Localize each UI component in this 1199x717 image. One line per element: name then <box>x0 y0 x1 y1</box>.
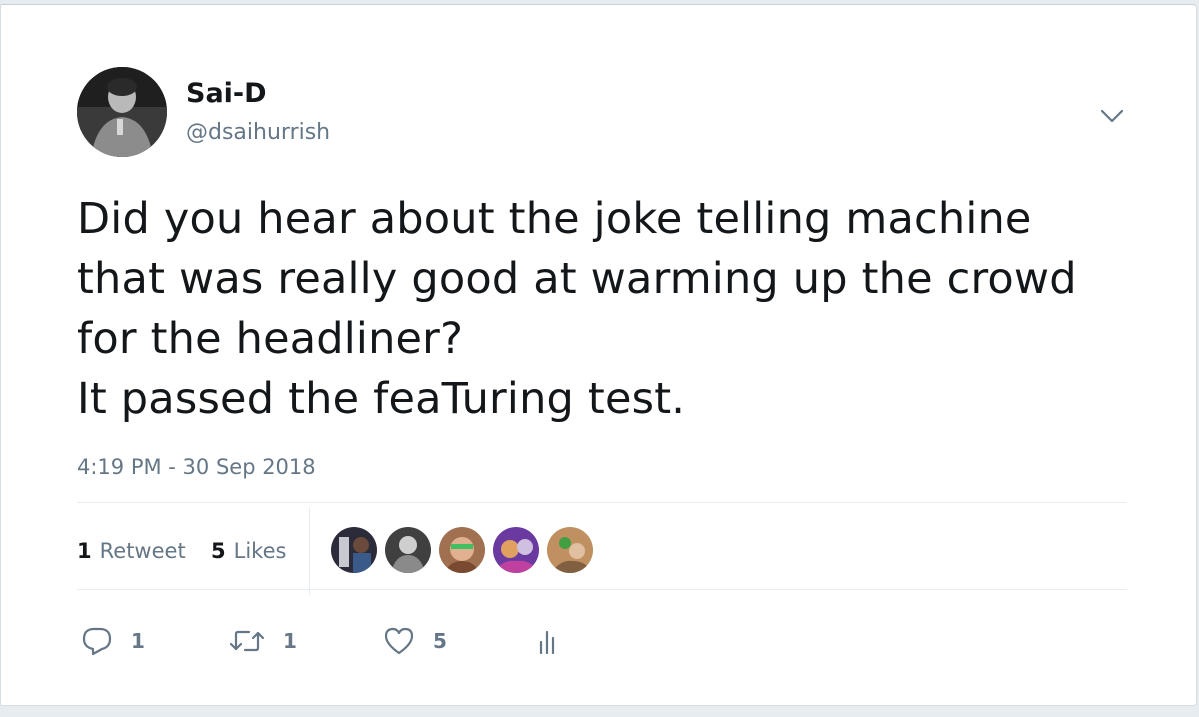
analytics-button[interactable] <box>537 617 561 665</box>
retweet-count: 1 <box>283 629 297 653</box>
divider <box>77 502 1127 503</box>
likes-stat[interactable]: 5 Likes <box>211 537 286 565</box>
page-background-strip <box>0 706 1199 717</box>
liker-avatar[interactable] <box>439 527 485 573</box>
reply-button[interactable]: 1 <box>81 617 145 665</box>
tweet-card: Sai-D @dsaihurrish Did you hear about th… <box>0 4 1197 706</box>
like-count: 5 <box>433 629 447 653</box>
tweet-actions: 1 1 5 <box>77 617 677 665</box>
liker-avatars <box>331 527 601 575</box>
divider <box>77 589 1127 590</box>
author-handle[interactable]: @dsaihurrish <box>186 119 330 147</box>
reply-count: 1 <box>131 629 145 653</box>
likes-count: 5 <box>211 539 226 563</box>
like-button[interactable]: 5 <box>383 617 447 665</box>
analytics-icon <box>539 630 555 655</box>
author-name[interactable]: Sai-D <box>186 77 267 111</box>
liker-avatar[interactable] <box>493 527 539 573</box>
stats-divider <box>309 507 310 595</box>
like-icon <box>384 627 414 655</box>
tweet-timestamp[interactable]: 4:19 PM - 30 Sep 2018 <box>77 453 316 481</box>
retweet-icon <box>229 630 265 652</box>
tweet-text: Did you hear about the joke telling mach… <box>77 194 1077 424</box>
chevron-down-icon <box>1100 109 1124 123</box>
liker-avatar[interactable] <box>385 527 431 573</box>
likes-label: Likes <box>233 539 287 563</box>
retweets-label: Retweet <box>99 539 186 563</box>
author-avatar[interactable] <box>77 67 167 157</box>
retweets-stat[interactable]: 1 Retweet <box>77 537 186 565</box>
retweets-count: 1 <box>77 539 92 563</box>
liker-avatar[interactable] <box>331 527 377 573</box>
liker-avatar[interactable] <box>547 527 593 573</box>
retweet-button[interactable]: 1 <box>229 617 297 665</box>
tweet-stats: 1 Retweet 5 Likes <box>77 507 1127 595</box>
reply-icon <box>82 627 112 656</box>
more-options-button[interactable] <box>1097 101 1127 131</box>
